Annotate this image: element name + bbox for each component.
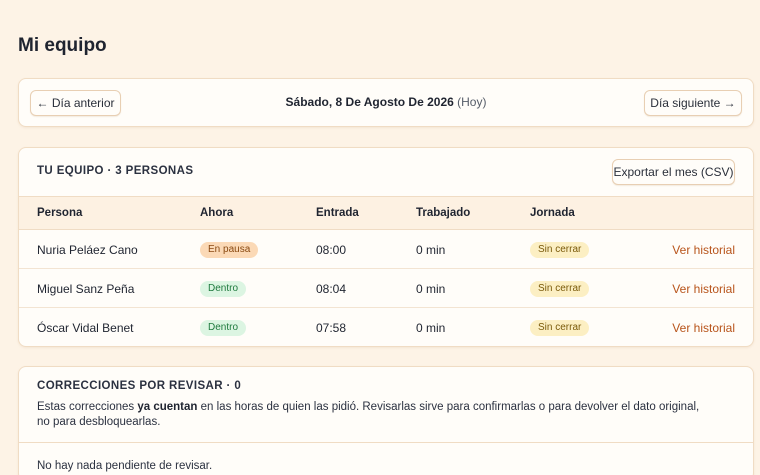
workday-badge: Sin cerrar [530,320,590,336]
corrections-description: Estas correcciones ya cuentan en las hor… [37,400,713,430]
column-header-trabajado: Trabajado [416,207,471,219]
empty-state-message: No hay nada pendiente de revisar. [37,460,213,472]
view-history-link[interactable]: Ver historial [672,321,735,335]
today-indicator: (Hoy) [457,95,487,109]
status-badge: Dentro [200,320,247,336]
worked-time: 0 min [416,282,446,296]
table-row: Miguel Sanz Peña Dentro 08:04 0 min Sin … [19,269,753,308]
person-name: Óscar Vidal Benet [37,321,134,335]
column-header-jornada: Jornada [530,207,575,219]
table-row: Óscar Vidal Benet Dentro 07:58 0 min Sin… [19,308,753,347]
entry-time: 08:04 [316,282,347,296]
date-label: Sábado, 8 De Agosto De 2026 [285,95,454,109]
table-row: Nuria Peláez Cano En pausa 08:00 0 min S… [19,230,753,269]
current-date: Sábado, 8 De Agosto De 2026 (Hoy) [19,95,753,109]
view-history-link[interactable]: Ver historial [672,243,735,257]
divider [19,442,753,443]
workday-badge: Sin cerrar [530,242,590,258]
export-csv-button[interactable]: Exportar el mes (CSV) [612,159,735,185]
team-card: TU EQUIPO · 3 PERSONAS Exportar el mes (… [18,147,754,347]
next-day-button[interactable]: Día siguiente → [644,90,742,116]
description-text: Estas correcciones [37,401,138,413]
person-name: Miguel Sanz Peña [37,282,135,296]
column-header-ahora: Ahora [200,207,234,219]
worked-time: 0 min [416,243,446,257]
entry-time: 07:58 [316,321,347,335]
view-history-link[interactable]: Ver historial [672,282,735,296]
entry-time: 08:00 [316,243,347,257]
day-navigation-card: ← Día anterior Sábado, 8 De Agosto De 20… [18,78,754,127]
workday-badge: Sin cerrar [530,281,590,297]
worked-time: 0 min [416,321,446,335]
status-badge: Dentro [200,281,247,297]
column-header-persona: Persona [37,207,83,219]
table-header: Persona Ahora Entrada Trabajado Jornada [19,196,753,230]
page-title: Mi equipo [18,35,107,56]
corrections-card: CORRECCIONES POR REVISAR · 0 Estas corre… [18,366,754,475]
corrections-heading: CORRECCIONES POR REVISAR · 0 [37,380,242,392]
person-name: Nuria Peláez Cano [37,243,138,257]
column-header-entrada: Entrada [316,207,359,219]
team-heading: TU EQUIPO · 3 PERSONAS [37,165,194,177]
status-badge: En pausa [200,242,259,258]
description-emphasis: ya cuentan [137,401,198,413]
